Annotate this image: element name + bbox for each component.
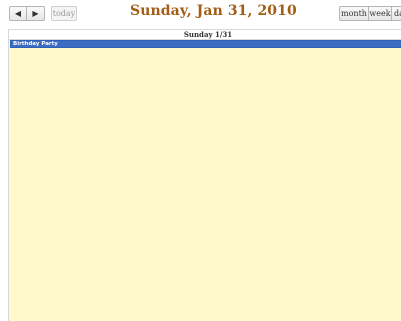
triangle-right-icon: ▶ xyxy=(32,9,39,18)
prev-button[interactable]: ◀ xyxy=(9,6,27,21)
calendar-toolbar: ◀ ▶ today Sunday, Jan 31, 2010 month wee… xyxy=(0,0,401,30)
month-view-button[interactable]: month xyxy=(339,6,369,21)
page-title: Sunday, Jan 31, 2010 xyxy=(130,3,297,19)
day-header: Sunday 1/31 xyxy=(9,30,401,40)
week-view-button[interactable]: week xyxy=(368,6,392,21)
next-button[interactable]: ▶ xyxy=(26,6,45,21)
day-body[interactable]: Birthday Party xyxy=(9,40,401,321)
today-button[interactable]: today xyxy=(51,6,77,21)
triangle-left-icon: ◀ xyxy=(14,9,22,18)
event-birthday-party[interactable]: Birthday Party xyxy=(10,40,401,48)
day-view: Sunday 1/31 Birthday Party xyxy=(8,29,401,321)
calendar-app: ◀ ▶ today Sunday, Jan 31, 2010 month wee… xyxy=(0,0,401,321)
day-view-button[interactable]: day xyxy=(391,6,401,21)
